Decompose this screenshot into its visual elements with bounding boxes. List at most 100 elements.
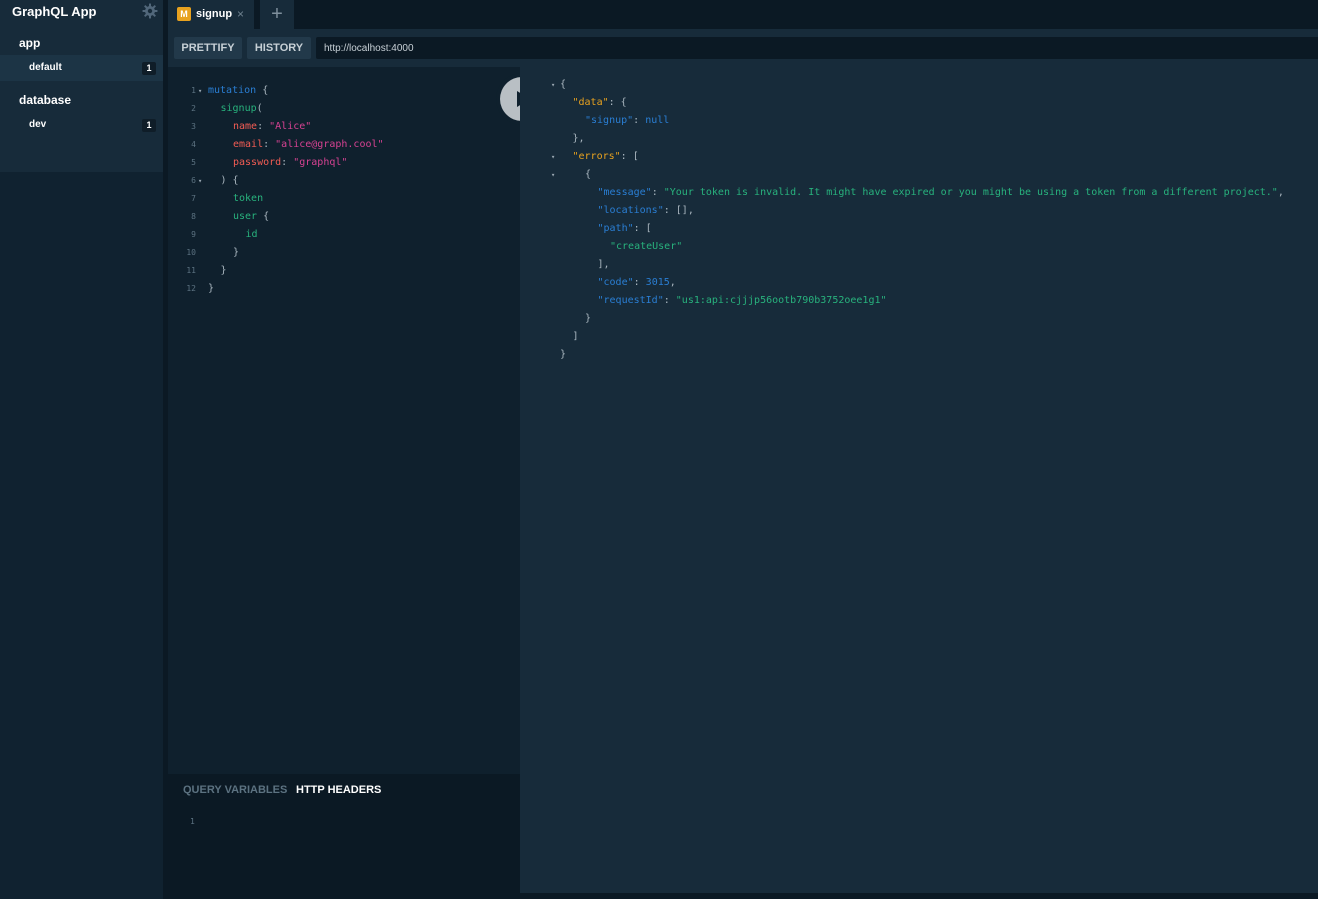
json-token: "signup"	[585, 115, 634, 126]
project-database[interactable]: database	[19, 93, 71, 107]
result-line: "locations": [],	[520, 202, 1318, 220]
toolbar: PRETTIFY HISTORY	[168, 29, 1318, 67]
caret-down-icon[interactable]: ▾	[551, 166, 555, 184]
code-token: :	[263, 139, 276, 150]
json-token: null	[645, 115, 670, 126]
tab-query-variables[interactable]: QUERY VARIABLES	[183, 784, 287, 796]
result-text: ]	[573, 328, 579, 346]
json-token: "locations"	[597, 205, 664, 216]
code-line: 6 ▾) {	[168, 172, 520, 190]
code-token: :	[257, 121, 270, 132]
line-number: 12	[186, 284, 196, 293]
json-token: ,	[669, 277, 676, 288]
result-line: "code": 3015,	[520, 274, 1318, 292]
environment-label: default	[29, 62, 62, 73]
json-token: :	[633, 115, 646, 126]
json-token: : [	[633, 223, 652, 234]
result-text: "data": {	[573, 94, 627, 112]
json-token: "createUser"	[610, 241, 683, 252]
result-text: "requestId": "us1:api:cjjjp56ootb790b375…	[598, 292, 887, 310]
result-line: ],	[520, 256, 1318, 274]
result-line: ▾ "errors": [	[520, 148, 1318, 166]
json-token: {	[585, 169, 592, 180]
json-token: },	[572, 133, 585, 144]
result-line: "data": {	[520, 94, 1318, 112]
result-text: "locations": [],	[598, 202, 694, 220]
caret-down-icon[interactable]: ▾	[551, 76, 555, 94]
environment-count-badge: 1	[142, 62, 156, 75]
history-button[interactable]: HISTORY	[247, 37, 311, 59]
code-token: {	[256, 85, 269, 96]
result-text: "errors": [	[573, 148, 639, 166]
line-number: 9	[191, 230, 196, 239]
json-token: : [],	[663, 205, 694, 216]
code-token: "Alice"	[269, 121, 312, 132]
result-line: "message": "Your token is invalid. It mi…	[520, 184, 1318, 202]
code-text: id	[246, 226, 258, 244]
json-token: "data"	[572, 97, 609, 108]
code-text: token	[233, 190, 263, 208]
caret-down-icon[interactable]: ▾	[551, 148, 555, 166]
caret-down-icon[interactable]: ▾	[198, 172, 202, 190]
code-line: 10}	[168, 244, 520, 262]
code-token: user	[233, 211, 258, 222]
code-line: 4 email: "alice@graph.cool"	[168, 136, 520, 154]
app-title: GraphQL App	[12, 4, 97, 19]
result-viewer: ▾{"data": {"signup": null}, ▾ "errors": [▾…	[520, 67, 1318, 893]
code-token: token	[233, 193, 264, 204]
tab-signup[interactable]: M signup ×	[168, 0, 254, 29]
line-number: 3	[191, 122, 196, 131]
code-token: email	[233, 139, 264, 150]
result-text: },	[573, 130, 585, 148]
environment-item-default[interactable]: default 1	[0, 55, 163, 81]
result-text: "message": "Your token is invalid. It mi…	[598, 184, 1284, 202]
code-token: :	[281, 157, 294, 168]
code-token: }	[208, 283, 215, 294]
json-token: "errors"	[572, 151, 621, 162]
line-number: 1	[190, 817, 195, 826]
line-number: 2	[191, 104, 196, 113]
code-text: }	[233, 244, 239, 262]
code-text: signup(	[221, 100, 263, 118]
json-token: ],	[597, 259, 610, 270]
code-token: (	[256, 103, 263, 114]
code-token: name	[233, 121, 258, 132]
caret-down-icon[interactable]: ▾	[198, 82, 202, 100]
json-token: ,	[1277, 187, 1284, 198]
result-text: ],	[598, 256, 610, 274]
code-text: name: "Alice"	[233, 118, 311, 136]
result-text: "signup": null	[585, 112, 669, 130]
plus-icon[interactable]: +	[260, 0, 294, 29]
code-line: 8 user {	[168, 208, 520, 226]
line-number: 4	[191, 140, 196, 149]
result-line: ▾{	[520, 76, 1318, 94]
gear-icon[interactable]	[142, 3, 158, 19]
json-token: "message"	[597, 187, 652, 198]
sidebar-empty-area	[0, 172, 163, 899]
code-token: }	[233, 247, 240, 258]
code-line: 11}	[168, 262, 520, 280]
close-icon[interactable]: ×	[237, 7, 244, 21]
code-line: 2 signup(	[168, 100, 520, 118]
prettify-button[interactable]: PRETTIFY	[174, 37, 242, 59]
line-number: 7	[191, 194, 196, 203]
result-text: "path": [	[598, 220, 652, 238]
endpoint-url-input[interactable]	[316, 37, 1318, 59]
json-token: "path"	[597, 223, 634, 234]
query-editor[interactable]: 1 ▾ mutation {2 signup(3 name: "Alice" 4 email…	[168, 67, 520, 774]
tab-label: signup	[196, 8, 233, 20]
environment-item-dev[interactable]: dev 1	[0, 112, 163, 138]
environment-label: dev	[29, 119, 47, 130]
project-app[interactable]: app	[19, 36, 40, 50]
result-line: "requestId": "us1:api:cjjjp56ootb790b375…	[520, 292, 1318, 310]
environment-count-badge: 1	[142, 119, 156, 132]
code-token: password	[233, 157, 282, 168]
result-line: }	[520, 310, 1318, 328]
result-line: ]	[520, 328, 1318, 346]
tab-http-headers[interactable]: HTTP HEADERS	[296, 784, 381, 796]
json-token: : {	[608, 97, 627, 108]
json-token: :	[633, 277, 646, 288]
line-number: 1	[191, 86, 196, 95]
result-text: "createUser"	[610, 238, 682, 256]
code-text: email: "alice@graph.cool"	[233, 136, 384, 154]
